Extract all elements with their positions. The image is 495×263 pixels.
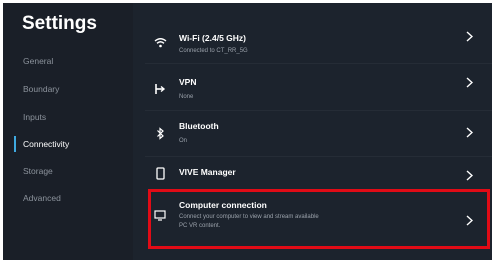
chevron-right-icon [464,29,474,43]
active-indicator [14,136,16,152]
bluetooth-title: Bluetooth [179,121,219,131]
wifi-icon [153,35,167,49]
sidebar-item-boundary[interactable]: Boundary [23,81,59,97]
sidebar-item-advanced[interactable]: Advanced [23,190,61,206]
vpn-title: VPN [179,77,197,87]
sidebar-item-inputs[interactable]: Inputs [23,109,46,125]
bluetooth-row[interactable]: Bluetooth On [145,111,485,155]
sidebar-item-general[interactable]: General [23,53,53,69]
wifi-title: Wi-Fi (2.4/5 GHz) [179,33,246,43]
divider [145,63,492,64]
vpn-icon [153,82,167,96]
wifi-status: Connected to CT_RR_5G [179,48,248,54]
vive-manager-row[interactable]: VIVE Manager [145,157,485,191]
vive-manager-title: VIVE Manager [179,167,236,177]
bluetooth-icon [153,126,167,140]
sidebar: Settings General Boundary Inputs Connect… [3,3,133,260]
wifi-row[interactable]: Wi-Fi (2.4/5 GHz) Connected to CT_RR_5G [145,17,485,57]
highlight-box [148,189,490,249]
chevron-right-icon [464,125,474,139]
chevron-right-icon [464,168,474,182]
sidebar-item-connectivity[interactable]: Connectivity [23,136,69,152]
phone-icon [153,166,167,180]
sidebar-item-storage[interactable]: Storage [23,163,53,179]
settings-screen: Settings General Boundary Inputs Connect… [3,3,492,260]
vpn-status: None [179,94,194,100]
page-title: Settings [22,13,97,34]
bluetooth-status: On [179,138,188,144]
vpn-row[interactable]: VPN None [145,65,485,109]
chevron-right-icon [464,75,474,89]
